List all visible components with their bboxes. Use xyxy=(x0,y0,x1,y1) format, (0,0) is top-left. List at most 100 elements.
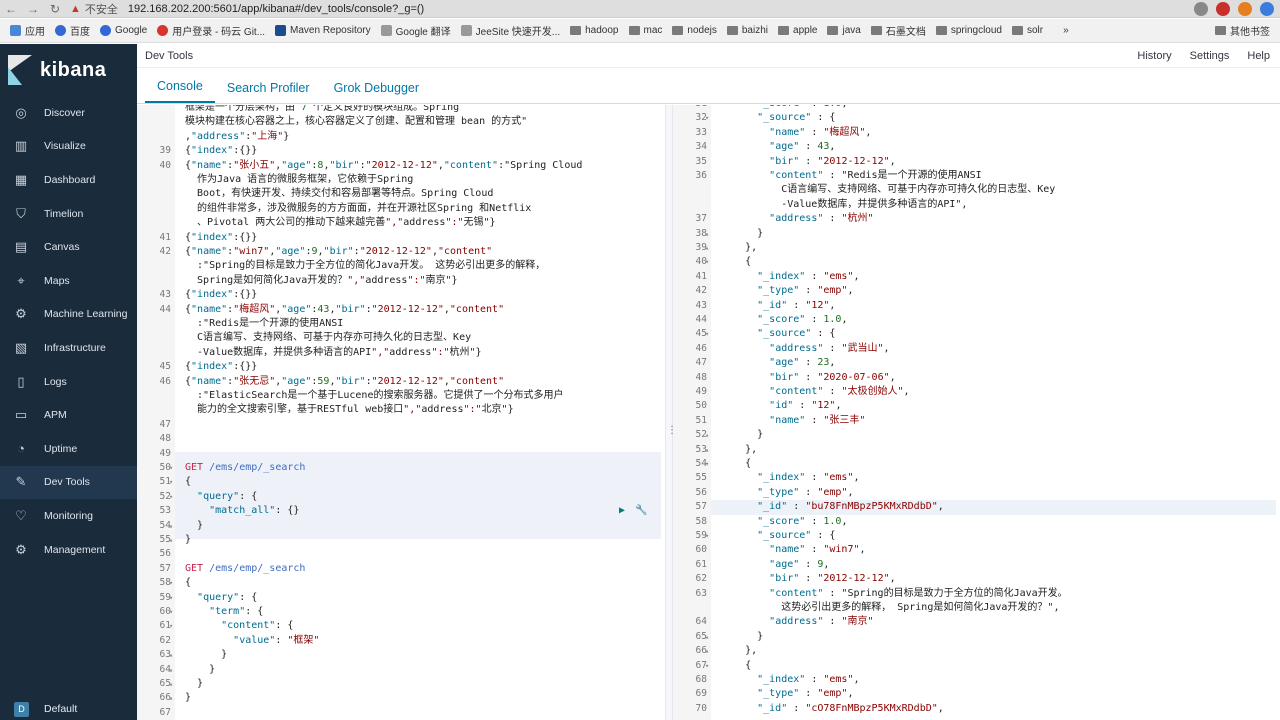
fold-open-icon[interactable]: ▾ xyxy=(169,475,175,489)
bookmark-item[interactable]: Maven Repository xyxy=(275,25,371,36)
fold-close-icon[interactable]: ▴ xyxy=(169,663,175,677)
code-line[interactable]: 46 "address" : "武当山", xyxy=(673,342,1280,356)
bookmark-item[interactable]: java xyxy=(827,25,861,36)
code-line[interactable]: 35 "bir" : "2012-12-12", xyxy=(673,155,1280,169)
code-line[interactable]: -Value数据库，并提供多种语言的API", xyxy=(673,198,1280,212)
code-line[interactable]: 43 "_id" : "12", xyxy=(673,299,1280,313)
fold-open-icon[interactable]: ▾ xyxy=(705,457,711,471)
bookmark-item[interactable]: Google 翻译 xyxy=(380,23,451,38)
sidebar-item-management[interactable]: ⚙ Management xyxy=(0,533,137,567)
code-line[interactable]: 62 "value": "框架" xyxy=(137,634,665,648)
code-line[interactable]: 70 "_id" : "cO78FnMBpzP5KMxRDdbD", xyxy=(673,702,1280,716)
fold-open-icon[interactable]: ▾ xyxy=(169,591,175,605)
code-line[interactable]: 能力的全文搜索引擎，基于RESTful web接口","address":"北京… xyxy=(137,403,665,417)
code-line[interactable]: 52 ▾ "query": { xyxy=(137,490,665,504)
bookmark-item[interactable]: 应用 xyxy=(10,23,45,38)
tab-search-profiler[interactable]: Search Profiler xyxy=(215,81,322,103)
code-line[interactable]: 46 {"name":"张无忌","age":59,"bir":"2012-12-… xyxy=(137,375,665,389)
sidebar-item-uptime[interactable]: ◔ Uptime xyxy=(0,432,137,466)
code-line[interactable]: 39 {"index":{}} xyxy=(137,144,665,158)
other-bookmarks[interactable]: 其他书签 xyxy=(1215,23,1270,38)
code-line[interactable]: -Value数据库，并提供多种语言的API","address":"杭州"} xyxy=(137,346,665,360)
code-line[interactable]: 58 ▾ { xyxy=(137,576,665,590)
code-line[interactable]: :"Spring的目标是致力于全方位的简化Java开发。 这势必引出更多的解释， xyxy=(137,259,665,273)
fold-open-icon[interactable]: ▾ xyxy=(705,529,711,543)
code-line[interactable]: 、Pivotal 两大公司的推动下越来越完善","address":"无锡"} xyxy=(137,216,665,230)
code-line[interactable]: 45 {"index":{}} xyxy=(137,360,665,374)
response-editor[interactable]: 31 "_score" : 1.0,32▾ "_source" : {33 "n… xyxy=(673,105,1280,720)
kibana-logo[interactable]: kibana xyxy=(0,44,137,96)
code-line[interactable]: 67 ▾ { xyxy=(673,659,1280,673)
code-line[interactable]: 53 "match_all": {} xyxy=(137,504,665,518)
url-text[interactable]: 192.168.202.200:5601/app/kibana#/dev_too… xyxy=(128,3,424,15)
fold-close-icon[interactable]: ▴ xyxy=(705,644,711,658)
fold-close-icon[interactable]: ▴ xyxy=(169,519,175,533)
code-line[interactable]: 49 "content" : "太极创始人", xyxy=(673,385,1280,399)
sidebar-item-discover[interactable]: ◎ Discover xyxy=(0,96,137,130)
wrench-icon[interactable]: 🔧 xyxy=(635,505,647,516)
request-line[interactable]: 50 ▾ GET /ems/emp/_search xyxy=(137,461,665,475)
code-line[interactable]: 47 xyxy=(137,418,665,432)
bookmark-item[interactable]: hadoop xyxy=(570,25,619,36)
bookmark-item[interactable]: mac xyxy=(628,25,662,36)
code-line[interactable]: 的组件非常多，涉及微服务的方方面面，并在开源社区Spring 和Netflix xyxy=(137,202,665,216)
fold-open-icon[interactable]: ▾ xyxy=(169,619,175,633)
code-line[interactable]: 54 ▾ { xyxy=(673,457,1280,471)
code-line[interactable]: 这势必引出更多的解释， Spring是如何简化Java开发的？", xyxy=(673,601,1280,615)
code-line[interactable]: 44 "_score" : 1.0, xyxy=(673,313,1280,327)
code-line[interactable]: 40 {"name":"张小五","age":8,"bir":"2012-12-1… xyxy=(137,159,665,173)
fold-open-icon[interactable]: ▾ xyxy=(705,659,711,673)
extension-icon[interactable] xyxy=(1260,1,1274,16)
fold-open-icon[interactable]: ▾ xyxy=(705,111,711,125)
code-line[interactable]: 65 ▴ } xyxy=(137,677,665,691)
play-icon[interactable]: ▶ xyxy=(619,505,625,516)
code-line[interactable]: 50 "id" : "12", xyxy=(673,399,1280,413)
code-line[interactable]: 61 "age" : 9, xyxy=(673,558,1280,572)
code-line[interactable]: 44 {"name":"梅超风","age":43,"bir":"2012-12-… xyxy=(137,303,665,317)
code-line[interactable]: 59 ▾ "query": { xyxy=(137,591,665,605)
bookmark-item[interactable]: nodejs xyxy=(672,25,717,36)
fold-close-icon[interactable]: ▴ xyxy=(705,630,711,644)
code-line[interactable]: 64 "address" : "南京" xyxy=(673,615,1280,629)
code-line[interactable]: 49 xyxy=(137,447,665,461)
code-line[interactable]: 39 ▴ }, xyxy=(673,241,1280,255)
code-line[interactable]: 59 ▾ "_source" : { xyxy=(673,529,1280,543)
sidebar-item-dashboard[interactable]: ▦ Dashboard xyxy=(0,163,137,197)
address-bar[interactable]: ▲ 不安全 192.168.202.200:5601/app/kibana#/d… xyxy=(70,1,890,17)
bookmark-item[interactable]: 用户登录 - 码云 Git... xyxy=(157,23,265,38)
space-selector[interactable]: D Default xyxy=(0,698,137,720)
tab-console[interactable]: Console xyxy=(145,79,215,103)
bookmark-item[interactable]: apple xyxy=(778,25,817,36)
code-line[interactable]: 61 ▾ "content": { xyxy=(137,619,665,633)
fold-close-icon[interactable]: ▴ xyxy=(705,241,711,255)
code-line[interactable]: 55 "_index" : "ems", xyxy=(673,471,1280,485)
code-line[interactable]: Boot，有快速开发、持续交付和容易部署等特点。Spring Cloud xyxy=(137,187,665,201)
code-line[interactable]: :"Redis是一个开源的使用ANSI xyxy=(137,317,665,331)
pane-resizer[interactable]: ⋮ xyxy=(665,105,677,720)
forward-icon[interactable]: → xyxy=(22,2,44,16)
reload-icon[interactable]: ↻ xyxy=(44,2,66,16)
fold-close-icon[interactable]: ▴ xyxy=(705,227,711,241)
bookmark-item[interactable]: JeeSite 快速开发... xyxy=(460,23,560,38)
code-line[interactable]: 43 {"index":{}} xyxy=(137,288,665,302)
code-line[interactable]: 64 ▴ } xyxy=(137,663,665,677)
code-line[interactable]: 51 "name" : "张三丰" xyxy=(673,414,1280,428)
sidebar-item-monitoring[interactable]: ♡ Monitoring xyxy=(0,499,137,533)
fold-close-icon[interactable]: ▴ xyxy=(169,648,175,662)
code-line[interactable]: 48 xyxy=(137,432,665,446)
code-line[interactable]: 41 "_index" : "ems", xyxy=(673,270,1280,284)
code-line[interactable]: 53 ▴ }, xyxy=(673,443,1280,457)
code-line[interactable]: 34 "age" : 43, xyxy=(673,140,1280,154)
code-line[interactable]: 60 "name" : "win7", xyxy=(673,543,1280,557)
sidebar-item-infrastructure[interactable]: ▧ Infrastructure xyxy=(0,331,137,365)
code-line[interactable]: 65 ▴ } xyxy=(673,630,1280,644)
code-line[interactable]: 48 "bir" : "2020-07-06", xyxy=(673,371,1280,385)
code-line[interactable]: 68 "_index" : "ems", xyxy=(673,673,1280,687)
bookmark-item[interactable]: 百度 xyxy=(55,23,90,38)
extension-icon[interactable] xyxy=(1194,1,1208,16)
code-line[interactable]: 42 {"name":"win7","age":9,"bir":"2012-12-… xyxy=(137,245,665,259)
sidebar-item-dev-tools[interactable]: ✎ Dev Tools xyxy=(0,465,137,500)
code-line[interactable]: 55 ▴} xyxy=(137,533,665,547)
code-line[interactable]: :"ElasticSearch是一个基于Lucene的搜索服务器。它提供了一个分… xyxy=(137,389,665,403)
request-line[interactable]: 57 GET /ems/emp/_search xyxy=(137,562,665,576)
